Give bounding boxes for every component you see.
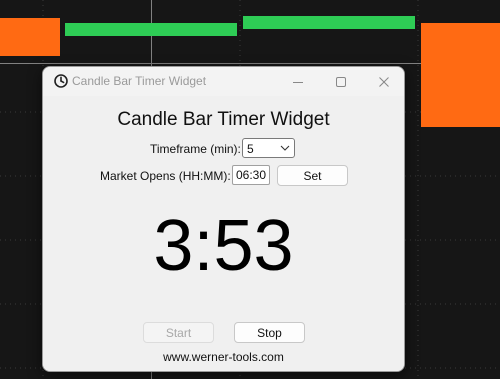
- minimize-icon: [293, 81, 303, 83]
- close-icon: [379, 76, 389, 87]
- title-bar[interactable]: Candle Bar Timer Widget: [43, 67, 404, 96]
- start-button[interactable]: Start: [143, 322, 214, 343]
- widget-heading: Candle Bar Timer Widget: [117, 109, 330, 130]
- timer-widget-window: Candle Bar Timer Widget Candle Bar Timer…: [42, 66, 405, 372]
- bearish-candle: [0, 18, 60, 56]
- minimize-button[interactable]: [276, 67, 320, 96]
- maximize-button[interactable]: [319, 67, 363, 96]
- stop-button[interactable]: Stop: [234, 322, 305, 343]
- market-opens-label: Market Opens (HH:MM):: [100, 169, 231, 183]
- website-link[interactable]: www.werner-tools.com: [43, 350, 404, 364]
- bullish-candle: [243, 16, 415, 29]
- maximize-icon: [336, 76, 346, 87]
- clock-icon: [53, 73, 69, 89]
- timeframe-select[interactable]: 5: [242, 138, 295, 158]
- close-button[interactable]: [362, 67, 404, 96]
- timeframe-label: Timeframe (min):: [150, 142, 241, 156]
- countdown-display: 3:53: [153, 206, 294, 286]
- timeframe-value: 5: [247, 142, 254, 156]
- widget-body: Candle Bar Timer Widget Timeframe (min):…: [43, 96, 404, 371]
- set-button[interactable]: Set: [277, 165, 348, 186]
- chevron-down-icon: [280, 145, 290, 151]
- bearish-candle: [421, 23, 500, 127]
- window-title: Candle Bar Timer Widget: [72, 74, 207, 88]
- bullish-candle: [65, 23, 237, 36]
- market-opens-input[interactable]: [232, 165, 270, 185]
